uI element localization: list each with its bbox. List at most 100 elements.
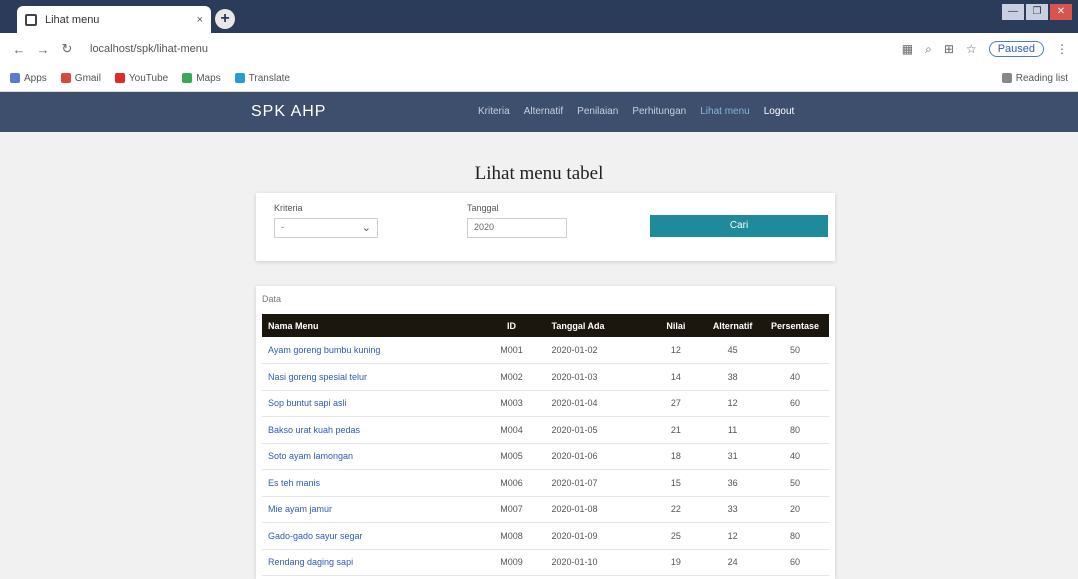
grid-icon[interactable]: ▦ xyxy=(902,42,913,56)
menu-dots-icon[interactable]: ⋮ xyxy=(1056,42,1068,56)
back-icon[interactable]: ← xyxy=(10,42,28,57)
page-title: Lihat menu tabel xyxy=(474,163,604,184)
nav-item-logout[interactable]: Logout xyxy=(764,106,795,117)
table-cell: M007 xyxy=(477,496,546,523)
tab-title: Lihat menu xyxy=(45,13,100,26)
forward-icon[interactable]: → xyxy=(34,42,52,57)
table-cell: 19 xyxy=(647,549,705,576)
nav-item-lihat-menu[interactable]: Lihat menu xyxy=(700,106,749,117)
table-cell: 12 xyxy=(704,522,761,550)
translate-icon xyxy=(234,73,245,83)
table-cell: 36 xyxy=(704,469,761,497)
nav-item-kriteria[interactable]: Kriteria xyxy=(478,106,510,117)
table-cell: 24 xyxy=(704,549,761,576)
menu-name-link[interactable]: Bakso urat kuah pedas xyxy=(262,416,478,444)
table-cell: 25 xyxy=(647,522,705,550)
menu-name-link[interactable]: Es teh manis xyxy=(262,469,478,497)
star-icon[interactable]: ☆ xyxy=(966,42,977,56)
site-navbar: SPK AHP Kriteria Alternatif Penilaian Pe… xyxy=(0,92,1078,132)
profile-button[interactable]: Paused xyxy=(988,41,1044,57)
filter-label-kriteria: Kriteria xyxy=(274,203,303,213)
address-bar: ← → ↻ localhost/spk/lihat-menu ▦ ⌕ ⊞ ☆ P… xyxy=(0,33,1078,65)
bookmark-gmail[interactable]: Gmail xyxy=(60,72,101,84)
bookmark-maps[interactable]: Maps xyxy=(182,72,221,84)
nav-item-penilaian[interactable]: Penilaian xyxy=(577,106,618,117)
browser-tab[interactable]: Lihat menu × xyxy=(17,6,211,33)
table-row: Es teh manis M006 2020-01-07 15 36 50 xyxy=(262,469,829,497)
reading-list-icon xyxy=(1001,73,1012,83)
table-cell: 15 xyxy=(647,469,705,497)
bookmark-youtube[interactable]: YouTube xyxy=(114,72,169,84)
table-row: Rendang daging sapi M009 2020-01-10 19 24 60 xyxy=(262,549,829,576)
gmail-icon xyxy=(60,73,71,83)
bookmark-translate[interactable]: Translate xyxy=(234,72,290,84)
table-cell: M004 xyxy=(477,416,546,444)
column-header: Nama Menu xyxy=(268,320,319,331)
site-brand[interactable]: SPK AHP xyxy=(251,103,326,121)
table-cell: M005 xyxy=(477,443,546,470)
bookmark-label: Maps xyxy=(196,72,221,84)
table-row: Sop buntut sapi asli M003 2020-01-04 27 12 60 xyxy=(262,390,829,417)
table-cell: 50 xyxy=(760,337,829,364)
table-cell: M001 xyxy=(477,337,546,364)
url-field[interactable]: localhost/spk/lihat-menu xyxy=(82,38,902,60)
table-cell: 80 xyxy=(760,416,829,444)
table-cell: 11 xyxy=(704,416,761,444)
table-cell: 2020-01-03 xyxy=(545,363,648,391)
table-cell: 60 xyxy=(760,549,829,576)
table-cell: M009 xyxy=(477,549,546,576)
kriteria-select[interactable]: - ⌄ xyxy=(274,218,378,238)
table-row: Bakso urat kuah pedas M004 2020-01-05 21 11 8… xyxy=(262,416,829,444)
site-menu: Kriteria Alternatif Penilaian Perhitunga… xyxy=(478,106,794,117)
extension-icon[interactable]: ⊞ xyxy=(944,42,954,56)
menu-name-link[interactable]: Rendang daging sapi xyxy=(262,549,478,576)
tanggal-input[interactable]: 2020 xyxy=(467,218,567,238)
table-cell: 33 xyxy=(704,496,761,523)
table-header-row: Nama Menu ID Tanggal Ada Nilai Alternati… xyxy=(262,314,829,337)
select-value: - xyxy=(281,222,284,232)
nav-item-alternatif[interactable]: Alternatif xyxy=(524,106,563,117)
bookmark-label: YouTube xyxy=(128,72,169,84)
youtube-icon xyxy=(114,73,125,83)
tab-close-icon[interactable]: × xyxy=(197,14,203,26)
reload-icon[interactable]: ↻ xyxy=(58,41,76,57)
nav-item-perhitungan[interactable]: Perhitungan xyxy=(632,106,686,117)
table-row: Ayam goreng bumbu kuning M001 2020-01-02 12… xyxy=(262,337,829,364)
zoom-icon[interactable]: ⌕ xyxy=(925,42,932,57)
menu-name-link[interactable]: Ayam goreng bumbu kuning xyxy=(262,337,478,364)
table-cell: 2020-01-08 xyxy=(545,496,648,523)
table-row: Gado-gado sayur segar M008 2020-01-09 25 12 8… xyxy=(262,522,829,550)
table-cell: 20 xyxy=(760,496,829,523)
new-tab-button[interactable]: + xyxy=(215,9,235,29)
close-window-button[interactable]: ✕ xyxy=(1050,4,1072,20)
menu-name-link[interactable]: Gado-gado sayur segar xyxy=(262,522,478,550)
menu-name-link[interactable]: Nasi goreng spesial telur xyxy=(262,363,478,391)
maximize-button[interactable]: ❐ xyxy=(1026,4,1048,20)
table-cell: M006 xyxy=(477,469,546,497)
search-button[interactable]: Cari xyxy=(650,215,828,237)
menu-name-link[interactable]: Sop buntut sapi asli xyxy=(262,390,478,417)
reading-list[interactable]: Reading list xyxy=(1001,73,1068,84)
table-card-label: Data xyxy=(262,294,282,304)
table-cell: 22 xyxy=(647,496,705,523)
column-header: Alternatif xyxy=(712,320,753,331)
table-cell: 2020-01-05 xyxy=(545,416,648,444)
bookmark-apps[interactable]: Apps xyxy=(10,73,47,84)
table-cell: 2020-01-04 xyxy=(545,390,648,417)
table-cell: 31 xyxy=(704,443,761,470)
table-cell: 2020-01-10 xyxy=(545,549,648,576)
table-row: Mie ayam jamur M007 2020-01-08 22 33 20 xyxy=(262,496,829,523)
minimize-button[interactable]: — xyxy=(1002,4,1024,20)
menu-table: Nama Menu ID Tanggal Ada Nilai Alternati… xyxy=(262,314,829,576)
table-row: Soto ayam lamongan M005 2020-01-06 18 31 40 xyxy=(262,443,829,470)
menu-name-link[interactable]: Soto ayam lamongan xyxy=(262,443,478,470)
table-cell: 14 xyxy=(647,363,705,391)
table-cell: 45 xyxy=(704,337,761,364)
column-header: Persentase xyxy=(770,320,819,331)
bookmark-label: Translate xyxy=(248,72,290,84)
table-cell: M003 xyxy=(477,390,546,417)
bookmark-label: Gmail xyxy=(74,72,101,84)
menu-name-link[interactable]: Mie ayam jamur xyxy=(262,496,478,523)
column-header: ID xyxy=(506,320,516,331)
table-cell: 12 xyxy=(647,337,705,364)
